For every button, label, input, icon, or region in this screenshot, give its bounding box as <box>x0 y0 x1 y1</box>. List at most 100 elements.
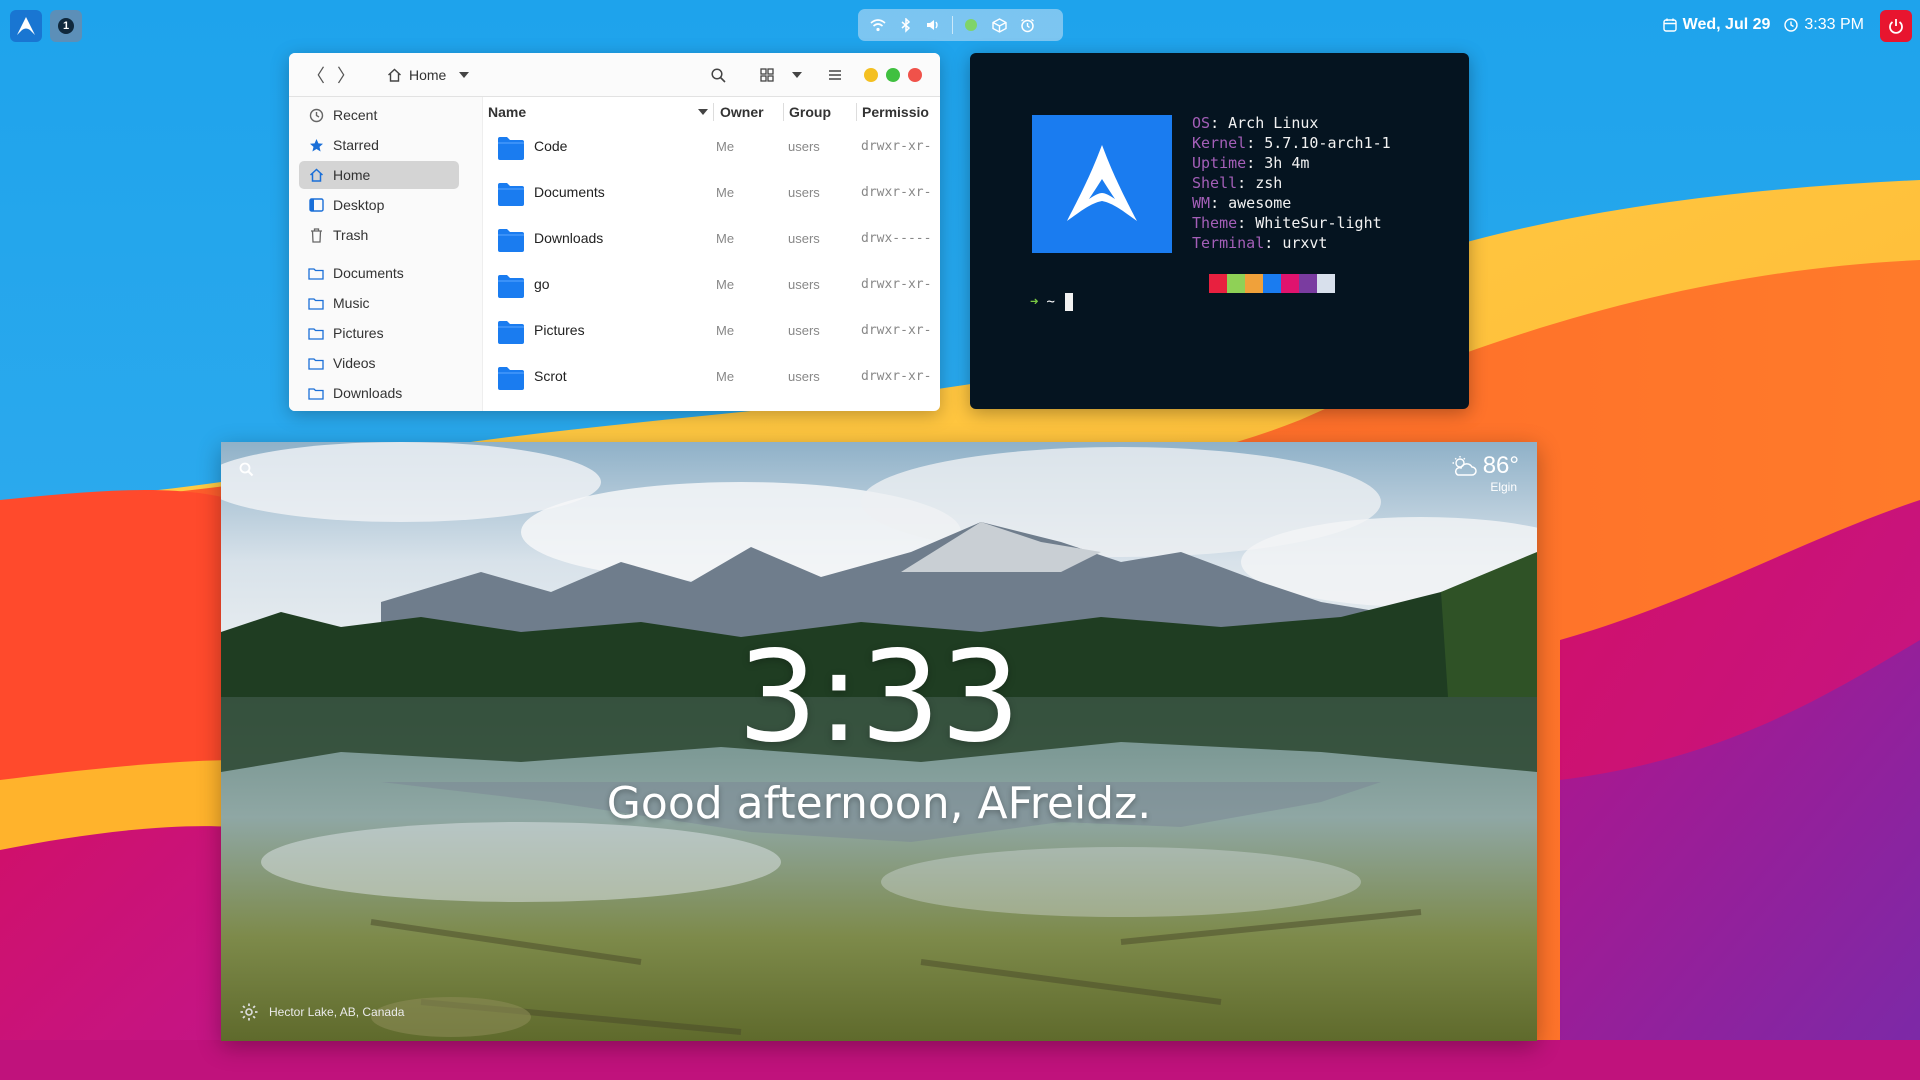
column-header-group[interactable]: Group <box>789 101 831 123</box>
sidebar-item-trash[interactable]: Trash <box>299 221 459 249</box>
file-name: Documents <box>534 184 605 200</box>
forward-button[interactable]: 〉 <box>334 63 358 87</box>
system-tray <box>858 9 1063 41</box>
sidebar-item-starred[interactable]: Starred <box>299 131 459 159</box>
grid-view-button[interactable] <box>755 63 779 87</box>
file-permissions: drwx----- <box>861 231 932 246</box>
location-breadcrumb[interactable]: Home <box>387 63 470 87</box>
folder-icon <box>498 367 524 390</box>
info-line: Terminal: urxvt <box>1192 234 1328 252</box>
weather-city: Elgin <box>1490 480 1517 494</box>
file-permissions: drwxr-xr- <box>861 139 932 154</box>
clock: 3:33 <box>737 623 1021 770</box>
hamburger-menu-icon <box>829 70 841 80</box>
file-row[interactable]: Code Me users drwxr-xr- <box>483 125 940 171</box>
workspace-button[interactable]: 1 <box>50 10 82 42</box>
folder-icon <box>308 357 324 370</box>
color-swatch <box>1299 274 1317 293</box>
sidebar-item-label: Downloads <box>333 385 403 401</box>
maximize-button[interactable] <box>886 68 900 82</box>
file-owner: Me <box>716 277 735 292</box>
sidebar-item-videos[interactable]: Videos <box>299 349 459 377</box>
gear-icon[interactable] <box>239 1002 259 1022</box>
sort-arrow-icon <box>698 109 708 115</box>
search-button[interactable] <box>706 63 730 87</box>
file-permissions: drwxr-xr- <box>861 369 932 384</box>
close-button[interactable] <box>908 68 922 82</box>
tray-separator <box>952 16 953 34</box>
folder-icon <box>308 387 324 400</box>
menu-button[interactable] <box>823 63 847 87</box>
home-icon <box>309 168 323 182</box>
file-manager-sidebar: Recent Starred Home Desktop Trash Docume… <box>289 97 483 411</box>
back-button[interactable]: 〈 <box>304 63 328 87</box>
sidebar-item-pictures[interactable]: Pictures <box>299 319 459 347</box>
sidebar-item-label: Home <box>333 167 371 183</box>
search-icon <box>710 67 726 83</box>
folder-icon <box>308 297 324 310</box>
alarm-icon[interactable] <box>1015 13 1039 37</box>
sidebar-item-label: Desktop <box>333 197 385 213</box>
sidebar-item-label: Pictures <box>333 325 384 341</box>
terminal-window[interactable]: OS: Arch Linux Kernel: 5.7.10-arch1-1 Up… <box>970 53 1469 409</box>
volume-icon[interactable] <box>922 13 946 37</box>
column-header-name[interactable]: Name <box>488 101 526 123</box>
file-owner: Me <box>716 323 735 338</box>
sidebar-item-label: Starred <box>333 137 379 153</box>
file-permissions: drwxr-xr- <box>861 323 932 338</box>
folder-icon <box>498 183 524 206</box>
location-label: Home <box>409 67 447 83</box>
home-icon <box>388 68 401 82</box>
info-line: Shell: zsh <box>1192 174 1283 192</box>
search-icon <box>239 462 253 476</box>
file-name: Downloads <box>534 230 604 246</box>
file-row[interactable]: Pictures Me users drwxr-xr- <box>483 309 940 355</box>
package-icon[interactable] <box>987 13 1011 37</box>
search-button[interactable] <box>234 457 258 481</box>
sidebar-item-desktop[interactable]: Desktop <box>299 191 459 219</box>
clock-icon <box>309 108 323 122</box>
file-manager-headerbar: 〈 〉 Home <box>289 53 940 97</box>
status-dot-icon[interactable] <box>959 13 983 37</box>
info-line: WM: awesome <box>1192 194 1292 212</box>
greeting: Good afternoon, AFreidz. <box>606 778 1152 829</box>
file-list: Name Owner Group Permissio Code Me users… <box>483 97 940 411</box>
column-header-permissions[interactable]: Permissio <box>862 101 929 123</box>
chevron-down-icon <box>792 72 802 78</box>
file-row[interactable]: Scrot Me users drwxr-xr- <box>483 355 940 401</box>
file-group: users <box>788 185 820 200</box>
folder-icon <box>498 137 524 160</box>
launcher-button[interactable] <box>10 10 42 42</box>
date-time[interactable]: Wed, Jul 29 3:33 PM <box>1662 13 1864 37</box>
wifi-icon[interactable] <box>866 13 890 37</box>
sidebar-item-downloads[interactable]: Downloads <box>299 379 459 407</box>
bluetooth-icon[interactable] <box>894 13 918 37</box>
sidebar-item-music[interactable]: Music <box>299 289 459 317</box>
column-divider <box>783 103 784 121</box>
file-owner: Me <box>716 369 735 384</box>
minimize-button[interactable] <box>864 68 878 82</box>
sidebar-item-documents[interactable]: Documents <box>299 259 459 287</box>
date-label: Wed, Jul 29 <box>1682 16 1771 33</box>
view-options-button[interactable] <box>785 63 809 87</box>
file-permissions: drwxr-xr- <box>861 185 932 200</box>
sidebar-item-home[interactable]: Home <box>299 161 459 189</box>
file-manager-window: 〈 〉 Home Recent Starred Home Desktop Tra… <box>289 53 940 411</box>
sidebar-item-label: Documents <box>333 265 404 281</box>
file-row[interactable]: Documents Me users drwxr-xr- <box>483 171 940 217</box>
sidebar-item-recent[interactable]: Recent <box>299 101 459 129</box>
weather-widget[interactable]: 86° Elgin <box>1451 452 1519 494</box>
info-line: Theme: WhiteSur-light <box>1192 214 1382 232</box>
shell-prompt[interactable]: ➜ ~ <box>1030 293 1073 311</box>
startpage-window: 86° Elgin 3:33 Good afternoon, AFreidz. … <box>221 442 1537 1041</box>
chevron-right-icon: 〉 <box>337 66 355 86</box>
file-owner: Me <box>716 139 735 154</box>
column-header-owner[interactable]: Owner <box>720 101 764 123</box>
star-icon <box>309 138 323 151</box>
file-row[interactable]: Downloads Me users drwx----- <box>483 217 940 263</box>
folder-icon <box>498 321 524 344</box>
file-name: go <box>534 276 550 292</box>
file-row[interactable]: go Me users drwxr-xr- <box>483 263 940 309</box>
file-group: users <box>788 323 820 338</box>
power-button[interactable] <box>1880 10 1912 42</box>
